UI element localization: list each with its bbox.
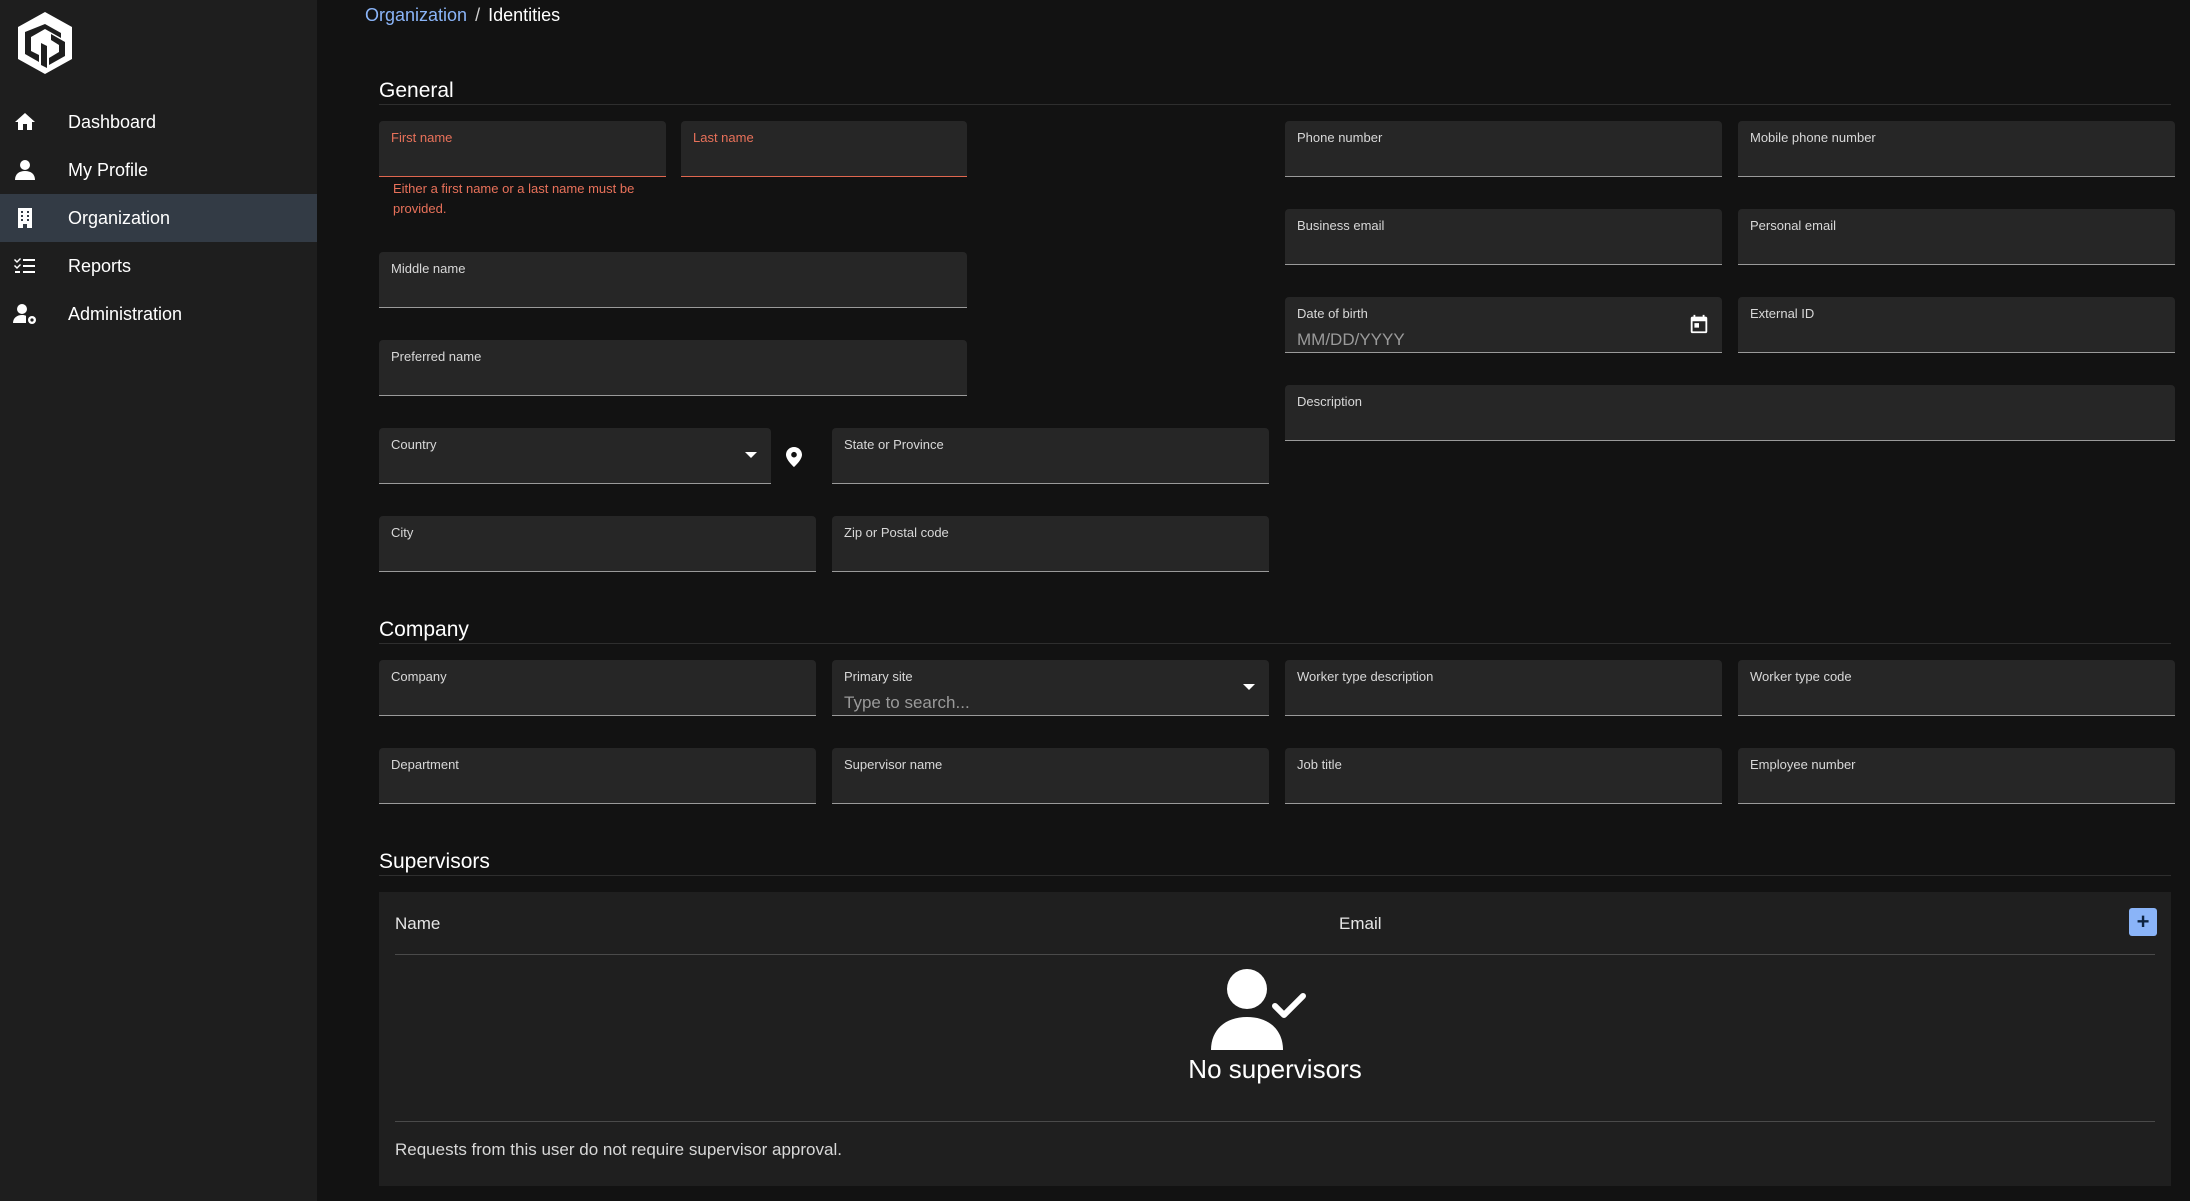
field-label: Country bbox=[391, 437, 437, 452]
chevron-down-icon bbox=[1243, 684, 1255, 690]
state-province-field[interactable]: State or Province bbox=[832, 428, 1269, 484]
checklist-icon bbox=[12, 253, 38, 279]
footer-divider bbox=[395, 1121, 2155, 1122]
field-label: Supervisor name bbox=[844, 757, 943, 772]
empty-state-text: No supervisors bbox=[1188, 1054, 1362, 1084]
field-label: Date of birth bbox=[1297, 306, 1368, 321]
field-placeholder: MM/DD/YYYY bbox=[1297, 330, 1405, 349]
external-id-field[interactable]: External ID bbox=[1738, 297, 2175, 353]
sidebar-item-label: Organization bbox=[68, 207, 171, 228]
field-label: Personal email bbox=[1750, 218, 1836, 233]
city-field[interactable]: City bbox=[379, 516, 816, 572]
worker-type-description-field[interactable]: Worker type description bbox=[1285, 660, 1722, 716]
name-error-message: Either a first name or a last name must … bbox=[393, 181, 635, 216]
middle-name-field[interactable]: Middle name bbox=[379, 252, 967, 308]
calendar-icon[interactable] bbox=[1688, 313, 1712, 337]
app-logo-icon[interactable] bbox=[14, 10, 76, 76]
first-name-field[interactable]: First name bbox=[379, 121, 666, 177]
field-label: First name bbox=[391, 130, 453, 145]
date-of-birth-field[interactable]: Date of birth MM/DD/YYYY bbox=[1285, 297, 1722, 353]
column-header-name: Name bbox=[395, 914, 441, 933]
supervisor-approval-note: Requests from this user do not require s… bbox=[395, 1140, 842, 1159]
sidebar-item-label: Reports bbox=[68, 255, 132, 276]
department-field[interactable]: Department bbox=[379, 748, 816, 804]
sidebar-item-my-profile[interactable]: My Profile bbox=[0, 146, 317, 194]
chevron-down-icon bbox=[745, 452, 757, 458]
sidebar-item-reports[interactable]: Reports bbox=[0, 242, 317, 290]
sidebar: Dashboard My Profile Organization Report… bbox=[0, 0, 317, 1201]
field-label: Business email bbox=[1297, 218, 1385, 233]
mobile-phone-field[interactable]: Mobile phone number bbox=[1738, 121, 2175, 177]
building-icon bbox=[12, 205, 38, 231]
sidebar-item-label: Administration bbox=[68, 303, 183, 324]
sidebar-item-organization[interactable]: Organization bbox=[0, 194, 317, 242]
user-check-icon bbox=[1209, 968, 1315, 1054]
breadcrumb: Organization / Identities bbox=[365, 5, 560, 26]
preferred-name-field[interactable]: Preferred name bbox=[379, 340, 967, 396]
main-content: Organization / Identities General First na… bbox=[317, 0, 2190, 1201]
field-label: Worker type description bbox=[1297, 669, 1434, 684]
phone-number-field[interactable]: Phone number bbox=[1285, 121, 1722, 177]
field-label: Company bbox=[391, 669, 447, 684]
field-label: Zip or Postal code bbox=[844, 525, 949, 540]
breadcrumb-separator: / bbox=[475, 5, 481, 25]
field-label: Job title bbox=[1297, 757, 1342, 772]
country-select[interactable]: Country bbox=[379, 428, 771, 484]
sidebar-item-dashboard[interactable]: Dashboard bbox=[0, 98, 317, 146]
supervisors-table: Name Email + No supervisors Requests fro… bbox=[379, 892, 2171, 1186]
description-field[interactable]: Description bbox=[1285, 385, 2175, 441]
field-label: Last name bbox=[693, 130, 754, 145]
company-field[interactable]: Company bbox=[379, 660, 816, 716]
employee-number-field[interactable]: Employee number bbox=[1738, 748, 2175, 804]
add-supervisor-button[interactable]: + bbox=[2129, 908, 2157, 936]
user-gear-icon bbox=[12, 301, 38, 327]
field-label: Primary site bbox=[844, 669, 913, 684]
column-header-email: Email bbox=[1339, 914, 1382, 933]
worker-type-code-field[interactable]: Worker type code bbox=[1738, 660, 2175, 716]
sidebar-item-administration[interactable]: Administration bbox=[0, 290, 317, 338]
field-label: Description bbox=[1297, 394, 1363, 409]
field-label: Phone number bbox=[1297, 130, 1383, 145]
field-label: Employee number bbox=[1750, 757, 1856, 772]
person-icon bbox=[12, 157, 38, 183]
business-email-field[interactable]: Business email bbox=[1285, 209, 1722, 265]
field-label: Mobile phone number bbox=[1750, 130, 1876, 145]
field-label: Worker type code bbox=[1750, 669, 1852, 684]
section-title-company: Company bbox=[379, 618, 2171, 644]
last-name-field[interactable]: Last name bbox=[681, 121, 967, 177]
field-label: Middle name bbox=[391, 261, 466, 276]
field-label: Department bbox=[391, 757, 459, 772]
breadcrumb-current: Identities bbox=[488, 5, 561, 25]
location-pin-icon[interactable] bbox=[785, 447, 805, 469]
field-label: Preferred name bbox=[391, 349, 482, 364]
field-placeholder: Type to search... bbox=[844, 693, 970, 712]
job-title-field[interactable]: Job title bbox=[1285, 748, 1722, 804]
sidebar-item-label: Dashboard bbox=[68, 111, 157, 132]
field-label: State or Province bbox=[844, 437, 944, 452]
supervisor-name-field[interactable]: Supervisor name bbox=[832, 748, 1269, 804]
section-title-supervisors: Supervisors bbox=[379, 850, 2171, 876]
primary-site-select[interactable]: Primary site Type to search... bbox=[832, 660, 1269, 716]
zip-postal-code-field[interactable]: Zip or Postal code bbox=[832, 516, 1269, 572]
header-divider bbox=[395, 954, 2155, 955]
sidebar-item-label: My Profile bbox=[68, 159, 149, 180]
field-label: City bbox=[391, 525, 414, 540]
sidebar-nav: Dashboard My Profile Organization Report… bbox=[0, 98, 317, 338]
breadcrumb-organization-link[interactable]: Organization bbox=[365, 5, 467, 25]
field-label: External ID bbox=[1750, 306, 1815, 321]
home-icon bbox=[12, 109, 38, 135]
section-title-general: General bbox=[379, 79, 2171, 105]
personal-email-field[interactable]: Personal email bbox=[1738, 209, 2175, 265]
